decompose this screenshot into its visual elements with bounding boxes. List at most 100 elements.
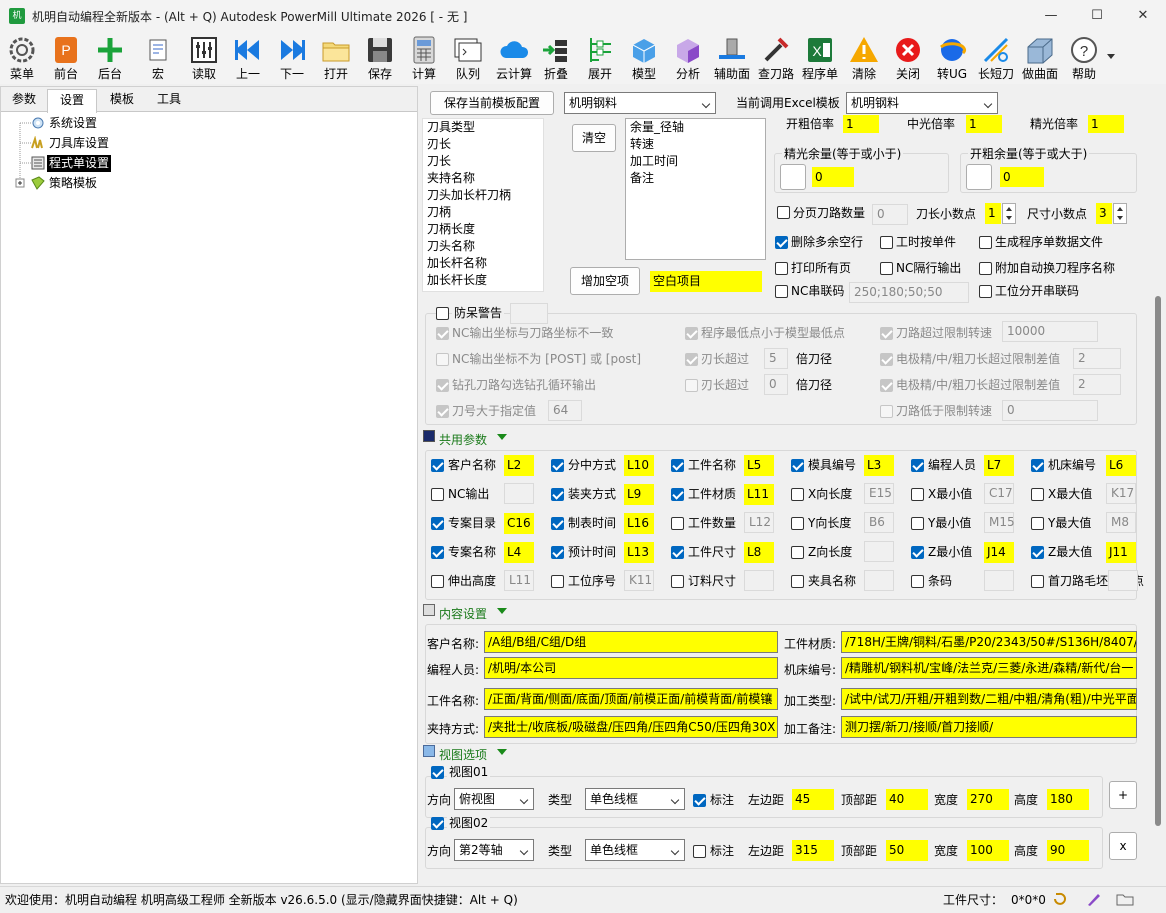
- shared-checkbox[interactable]: [551, 546, 564, 559]
- list-item[interactable]: 刀头加长杆刀柄: [423, 187, 543, 204]
- guard-c1-checkbox[interactable]: [436, 379, 449, 392]
- shared-checkbox[interactable]: [671, 546, 684, 559]
- add-blank-button[interactable]: 增加空项: [570, 267, 640, 295]
- shared-checkbox[interactable]: [551, 459, 564, 472]
- tool-len-decimal-spinner[interactable]: [1002, 203, 1016, 224]
- list-scrollbar[interactable]: [545, 118, 561, 292]
- vertical-scrollbar[interactable]: [1152, 86, 1166, 884]
- shared-checkbox[interactable]: [431, 459, 444, 472]
- view-left-value[interactable]: 45: [792, 789, 834, 810]
- shared-checkbox[interactable]: [1031, 488, 1044, 501]
- guard-c3-checkbox[interactable]: [880, 379, 893, 392]
- shared-checkbox[interactable]: [671, 575, 684, 588]
- list-item[interactable]: 刀长: [423, 153, 543, 170]
- shared-value[interactable]: L4: [504, 542, 534, 563]
- list-item[interactable]: 刀具类型: [423, 119, 543, 136]
- tool-len-decimal-value[interactable]: 1: [985, 203, 1001, 224]
- field-list-left[interactable]: 刀具类型 刃长 刀长 夹持名称 刀头加长杆刀柄 刀柄 刀柄长度 刀头名称 加长杆名称 加长杆长度: [422, 118, 544, 292]
- shared-value[interactable]: [504, 483, 534, 504]
- shared-value[interactable]: L11: [504, 570, 534, 591]
- print-all-checkbox[interactable]: [775, 262, 788, 275]
- shared-checkbox[interactable]: [431, 575, 444, 588]
- shared-value[interactable]: K11: [624, 570, 654, 591]
- guard-a1-checkbox[interactable]: [436, 327, 449, 340]
- guard-b3-value[interactable]: 2: [1073, 348, 1121, 369]
- shared-value[interactable]: L6: [1106, 455, 1136, 476]
- shared-checkbox[interactable]: [431, 546, 444, 559]
- shared-value[interactable]: J11: [1106, 542, 1136, 563]
- view-dir-select[interactable]: 第2等轴: [454, 839, 534, 861]
- add-view-button[interactable]: +: [1109, 781, 1137, 809]
- list-item[interactable]: 加长杆长度: [423, 272, 543, 289]
- shared-checkbox[interactable]: [671, 517, 684, 530]
- shared-value[interactable]: L10: [624, 455, 654, 476]
- shared-value[interactable]: L2: [504, 455, 534, 476]
- shared-value[interactable]: L13: [624, 542, 654, 563]
- list-item[interactable]: 刃长: [423, 136, 543, 153]
- list-item[interactable]: 加工时间: [626, 153, 765, 170]
- mid-rate-value[interactable]: 1: [966, 115, 1002, 133]
- guard-checkbox[interactable]: [436, 307, 449, 320]
- clamp-field[interactable]: /夹批士/收底板/吸磁盘/压四角/压四角C50/压四角30X: [484, 716, 778, 738]
- view-height-value[interactable]: 180: [1047, 789, 1089, 810]
- guard-b2-checkbox[interactable]: [685, 353, 698, 366]
- shared-value[interactable]: L3: [864, 455, 894, 476]
- shared-value[interactable]: [1108, 570, 1138, 591]
- nc-serial-checkbox[interactable]: [775, 285, 788, 298]
- prog-field[interactable]: /机明/本公司: [484, 657, 778, 679]
- shared-checkbox[interactable]: [911, 575, 924, 588]
- shared-value[interactable]: L11: [744, 484, 774, 505]
- shared-checkbox[interactable]: [1031, 546, 1044, 559]
- view-width-value[interactable]: 270: [967, 789, 1009, 810]
- save-template-button[interactable]: 保存当前模板配置: [430, 91, 554, 115]
- list-item[interactable]: 转速: [626, 136, 765, 153]
- size-decimal-spinner[interactable]: [1113, 203, 1127, 224]
- view-collapse-icon[interactable]: [497, 749, 507, 755]
- fine-stock-pick-button[interactable]: [780, 164, 806, 190]
- shared-checkbox[interactable]: [911, 517, 924, 530]
- shared-value[interactable]: L16: [624, 513, 654, 534]
- nc-serial-value[interactable]: 250;180;50;50: [849, 282, 969, 303]
- view-top-value[interactable]: 50: [886, 840, 928, 861]
- guard-a3-value[interactable]: 10000: [1002, 321, 1098, 342]
- gen-data-checkbox[interactable]: [979, 236, 992, 249]
- shared-checkbox[interactable]: [911, 459, 924, 472]
- type-field[interactable]: /试中/试刀/开粗/开粗到数/二粗/中粗/清角(粗)/中光平面: [841, 688, 1137, 710]
- shared-value[interactable]: [744, 570, 774, 591]
- rough-rate-value[interactable]: 1: [843, 115, 879, 133]
- view-enable-checkbox[interactable]: [431, 766, 444, 779]
- view-type-select[interactable]: 单色线框: [585, 788, 685, 810]
- view-left-value[interactable]: 315: [792, 840, 834, 861]
- shared-checkbox[interactable]: [431, 517, 444, 530]
- shared-value[interactable]: B6: [864, 512, 894, 533]
- clear-button[interactable]: 清空: [572, 124, 616, 152]
- shared-checkbox[interactable]: [551, 517, 564, 530]
- guard-d3-value[interactable]: 0: [1002, 400, 1098, 421]
- shared-checkbox[interactable]: [911, 546, 924, 559]
- shared-checkbox[interactable]: [551, 488, 564, 501]
- rough-stock-pick-button[interactable]: [966, 164, 992, 190]
- shared-checkbox[interactable]: [1031, 459, 1044, 472]
- fine-stock-value[interactable]: 0: [812, 167, 854, 187]
- guard-a2-checkbox[interactable]: [685, 327, 698, 340]
- shared-checkbox[interactable]: [791, 575, 804, 588]
- list-item[interactable]: 余量_径轴: [626, 119, 765, 136]
- guard-c3-value[interactable]: 2: [1073, 374, 1121, 395]
- view-mark-checkbox[interactable]: [693, 794, 706, 807]
- shared-value[interactable]: M15: [984, 512, 1015, 533]
- mat-field[interactable]: /718H/王牌/铜料/石墨/P20/2343/50#/S136H/8407/S: [841, 631, 1137, 653]
- guard-b1-checkbox[interactable]: [436, 353, 449, 366]
- shared-checkbox[interactable]: [1031, 575, 1044, 588]
- shared-value[interactable]: C16: [504, 513, 534, 534]
- shared-value[interactable]: J14: [984, 542, 1014, 563]
- shared-checkbox[interactable]: [671, 488, 684, 501]
- shared-value[interactable]: L5: [744, 455, 774, 476]
- shared-checkbox[interactable]: [791, 517, 804, 530]
- guard-c2-value[interactable]: 0: [764, 374, 788, 395]
- view-mark-checkbox[interactable]: [693, 845, 706, 858]
- shared-value[interactable]: L9: [624, 484, 654, 505]
- shared-checkbox[interactable]: [431, 488, 444, 501]
- guard-d1-checkbox[interactable]: [436, 405, 449, 418]
- shared-value[interactable]: C17: [984, 483, 1014, 504]
- shared-checkbox[interactable]: [791, 546, 804, 559]
